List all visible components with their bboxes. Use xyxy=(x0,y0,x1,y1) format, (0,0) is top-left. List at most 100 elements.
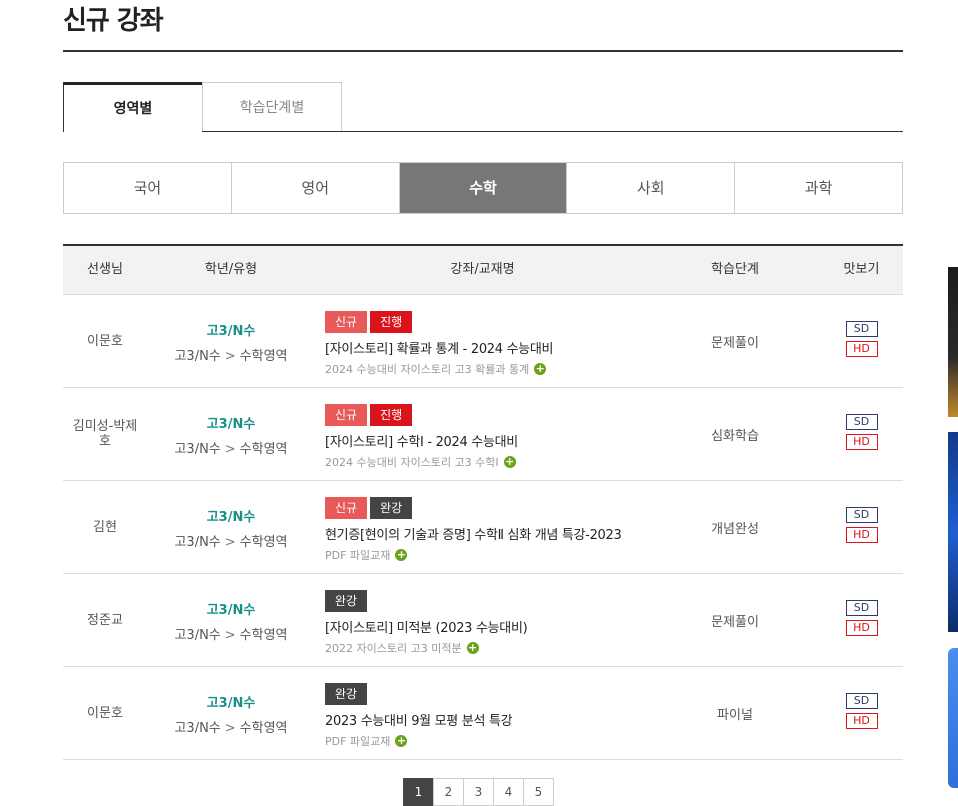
badge-group: 신규 완강 xyxy=(325,497,650,519)
textbook-name: 2022 자이스토리 고3 미적분 xyxy=(325,642,462,655)
preview-hd-button[interactable]: HD xyxy=(845,527,878,543)
course-title-link[interactable]: 현기증[현이의 기술과 증명] 수학Ⅱ 심화 개념 특강-2023 xyxy=(325,524,650,543)
textbook-info: PDF 파일교재 + xyxy=(325,547,650,563)
page-title: 신규 강좌 xyxy=(63,6,164,36)
teacher-name: 이문호 xyxy=(87,705,123,721)
grade-type: 고3/N수 xyxy=(206,696,256,711)
grade-path-subject: 수학영역 xyxy=(239,628,288,643)
grade-path: 고3/N수 > 수학영역 xyxy=(147,345,315,364)
textbook-name: 2024 수능대비 자이스토리 고3 수학Ⅰ xyxy=(325,456,499,469)
badge-group: 완강 xyxy=(325,683,650,705)
badge-group: 완강 xyxy=(325,590,650,612)
preview-buttons: SD HD xyxy=(820,481,903,573)
page-button[interactable]: 4 xyxy=(493,778,524,806)
preview-sd-button[interactable]: SD xyxy=(845,600,878,616)
course-table: 선생님 학년/유형 강좌/교재명 학습단계 맛보기 이문호 고3/N수 고3/N수 >… xyxy=(63,244,903,760)
teacher-name: 정준교 xyxy=(87,612,123,628)
textbook-info: 2022 자이스토리 고3 미적분 + xyxy=(325,640,650,656)
subject-tab-english[interactable]: 영어 xyxy=(232,163,400,213)
preview-buttons: SD HD xyxy=(820,574,903,666)
table-row: 김현 고3/N수 고3/N수 > 수학영역 신규 완강 현기증[현이의 기술과 증명] 수학Ⅱ… xyxy=(63,481,903,574)
status-badge-new: 신규 xyxy=(325,497,368,519)
grade-path: 고3/N수 > 수학영역 xyxy=(147,624,315,643)
status-badge-ing: 진행 xyxy=(370,404,413,426)
grade-type: 고3/N수 xyxy=(206,603,256,618)
grade-path-subject: 수학영역 xyxy=(239,535,288,550)
status-badge-done: 완강 xyxy=(370,497,413,519)
table-row: 정준교 고3/N수 고3/N수 > 수학영역 완강 [자이스토리] 미적분 (2023 수능… xyxy=(63,574,903,667)
header-preview: 맛보기 xyxy=(843,262,880,277)
status-badge-ing: 진행 xyxy=(370,311,413,333)
teacher-name: 이문호 xyxy=(87,333,123,349)
chevron-right-icon: > xyxy=(224,442,236,457)
plus-circle-icon[interactable]: + xyxy=(466,642,479,654)
side-banner-3[interactable] xyxy=(948,648,958,788)
course-title-link[interactable]: [자이스토리] 미적분 (2023 수능대비) xyxy=(325,617,650,636)
grade-path: 고3/N수 > 수학영역 xyxy=(147,531,315,550)
learning-stage: 심화학습 xyxy=(711,428,759,444)
textbook-name: PDF 파일교재 xyxy=(325,735,391,748)
status-badge-new: 신규 xyxy=(325,404,368,426)
badge-group: 신규 진행 xyxy=(325,311,650,333)
tab-by-stage[interactable]: 학습단계별 xyxy=(202,82,342,131)
plus-circle-icon[interactable]: + xyxy=(503,456,516,468)
course-title-link[interactable]: [자이스토리] 확률과 통계 - 2024 수능대비 xyxy=(325,338,650,357)
page-button[interactable]: 1 xyxy=(403,778,434,806)
teacher-name: 김현 xyxy=(93,519,117,535)
chevron-right-icon: > xyxy=(224,721,236,736)
preview-hd-button[interactable]: HD xyxy=(845,434,878,450)
plus-circle-icon[interactable]: + xyxy=(534,363,547,375)
subject-tab-science[interactable]: 과학 xyxy=(735,163,902,213)
tab-by-area[interactable]: 영역별 xyxy=(63,82,203,132)
pagination: 12345 xyxy=(403,778,554,806)
badge-group: 신규 진행 xyxy=(325,404,650,426)
side-banner-1[interactable] xyxy=(948,267,958,417)
table-body: 이문호 고3/N수 고3/N수 > 수학영역 신규 진행 [자이스토리] 확률과 통계 - 2… xyxy=(63,295,903,760)
preview-hd-button[interactable]: HD xyxy=(845,620,878,636)
textbook-info: PDF 파일교재 + xyxy=(325,733,650,749)
header-stage: 학습단계 xyxy=(711,262,759,277)
textbook-name: PDF 파일교재 xyxy=(325,549,391,562)
learning-stage: 개념완성 xyxy=(711,521,759,537)
preview-sd-button[interactable]: SD xyxy=(845,693,878,709)
header-teacher: 선생님 xyxy=(87,262,123,277)
preview-buttons: SD HD xyxy=(820,388,903,480)
subject-tab-korean[interactable]: 국어 xyxy=(64,163,232,213)
preview-hd-button[interactable]: HD xyxy=(845,713,878,729)
textbook-info: 2024 수능대비 자이스토리 고3 확률과 통계 + xyxy=(325,361,650,377)
table-row: 이문호 고3/N수 고3/N수 > 수학영역 완강 2023 수능대비 9월 모평 분석 특… xyxy=(63,667,903,760)
status-badge-done: 완강 xyxy=(325,590,368,612)
course-title-link[interactable]: [자이스토리] 수학Ⅰ - 2024 수능대비 xyxy=(325,431,650,450)
teacher-name: 김미성-박제호 xyxy=(72,419,138,449)
grade-path-level: 고3/N수 xyxy=(174,628,221,643)
side-banner-2[interactable] xyxy=(948,432,958,632)
page-button[interactable]: 5 xyxy=(523,778,554,806)
table-row: 김미성-박제호고3/N수 고3/N수 > 수학영역 신규 진행 [자이스토리] 수학Ⅰ - … xyxy=(63,388,903,481)
grade-path-level: 고3/N수 xyxy=(174,721,221,736)
course-title-link[interactable]: 2023 수능대비 9월 모평 분석 특강 xyxy=(325,710,650,729)
grade-path-level: 고3/N수 xyxy=(174,535,221,550)
title-divider xyxy=(63,50,903,52)
grade-path-subject: 수학영역 xyxy=(239,721,288,736)
learning-stage: 파이널 xyxy=(717,707,753,723)
status-badge-new: 신규 xyxy=(325,311,368,333)
preview-sd-button[interactable]: SD xyxy=(845,507,878,523)
grade-path-level: 고3/N수 xyxy=(174,442,221,457)
preview-buttons: SD HD xyxy=(820,667,903,759)
grade-type: 고3/N수 xyxy=(206,510,256,525)
preview-sd-button[interactable]: SD xyxy=(845,321,878,337)
grade-path-subject: 수학영역 xyxy=(239,349,288,364)
page-button[interactable]: 3 xyxy=(463,778,494,806)
chevron-right-icon: > xyxy=(224,628,236,643)
preview-hd-button[interactable]: HD xyxy=(845,341,878,357)
plus-circle-icon[interactable]: + xyxy=(395,549,408,561)
plus-circle-icon[interactable]: + xyxy=(395,735,408,747)
table-row: 이문호 고3/N수 고3/N수 > 수학영역 신규 진행 [자이스토리] 확률과 통계 - 2… xyxy=(63,295,903,388)
subject-tab-social[interactable]: 사회 xyxy=(567,163,736,213)
grade-path: 고3/N수 > 수학영역 xyxy=(147,438,315,457)
status-badge-done: 완강 xyxy=(325,683,368,705)
page-button[interactable]: 2 xyxy=(433,778,464,806)
subject-tab-math[interactable]: 수학 xyxy=(399,163,568,213)
preview-sd-button[interactable]: SD xyxy=(845,414,878,430)
textbook-info: 2024 수능대비 자이스토리 고3 수학Ⅰ + xyxy=(325,454,650,470)
